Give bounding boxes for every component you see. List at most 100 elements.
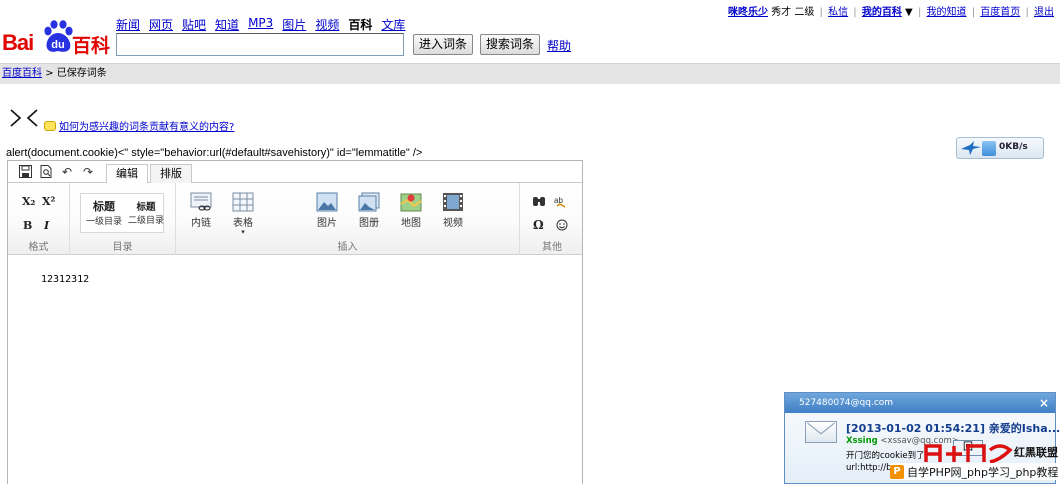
breadcrumb-separator: > — [45, 68, 54, 79]
speed-meter — [982, 141, 996, 156]
rich-text-editor: ↶ ↷ 编辑 排版 X₂ X² B I 格式 标题 一级目录 标题 二级目录 目… — [7, 160, 583, 484]
network-speed-widget[interactable]: 0KB/s — [956, 137, 1044, 159]
qq-account: 527480074@qq.com — [799, 398, 894, 408]
logout-link[interactable]: 退出 — [1034, 7, 1054, 18]
channel-mp3[interactable]: MP3 — [248, 16, 273, 33]
special-char-button[interactable]: Ω — [533, 218, 544, 232]
search-input[interactable] — [116, 33, 404, 56]
heading-level1-caption: 一级目录 — [85, 217, 122, 227]
editor-ribbon: X₂ X² B I 格式 标题 一级目录 标题 二级目录 目录 内链 表格 ▾ … — [8, 183, 582, 255]
superscript-button[interactable]: X² — [42, 195, 55, 208]
tab-layout[interactable]: 排版 — [150, 164, 192, 183]
format-group: X₂ X² B I 格式 — [8, 183, 70, 255]
insert-map-button[interactable]: 地图 — [398, 192, 424, 229]
qq-sender-name: Xssing — [846, 436, 878, 446]
find-replace-icon[interactable] — [532, 194, 546, 211]
breadcrumb-current: 已保存词条 — [56, 68, 107, 79]
table-dropdown-icon[interactable]: ▾ — [228, 229, 258, 236]
contribution-help: 如何为感兴趣的词条贡献有意义的内容? — [44, 118, 234, 133]
qq-titlebar: 527480074@qq.com × — [785, 393, 1055, 413]
insert-link-label: 内链 — [191, 218, 211, 229]
insert-image-button[interactable]: 图片 — [314, 192, 340, 229]
my-zhidao-link[interactable]: 我的知道 — [927, 7, 967, 18]
username-link[interactable]: 咪咚乐少 — [728, 7, 768, 18]
undo-icon[interactable]: ↶ — [60, 165, 74, 179]
channel-images[interactable]: 图片 — [282, 16, 306, 33]
image-icon — [316, 192, 338, 212]
envelope-icon — [805, 421, 837, 443]
channel-baike-current: 百科 — [348, 18, 373, 32]
other-group-label: 其他 — [542, 242, 562, 253]
enter-entry-button[interactable]: 进入词条 — [413, 34, 473, 55]
messages-link[interactable]: 私信 — [828, 7, 848, 18]
insert-album-button[interactable]: 图册 — [356, 192, 382, 229]
close-icon[interactable]: × — [1039, 393, 1049, 413]
insert-link-button[interactable]: 内链 — [188, 192, 214, 229]
injected-title-text: alert(document.cookie)<" style="behavior… — [6, 147, 423, 159]
channel-news[interactable]: 新闻 — [116, 16, 140, 33]
channel-web[interactable]: 网页 — [149, 16, 173, 33]
user-bar: 咪咚乐少 秀才 二级 | 私信 | 我的百科 ▼ | 我的知道 | 百度首页 |… — [727, 7, 1054, 18]
breadcrumb: 百度百科 > 已保存词条 — [0, 63, 1060, 84]
dropdown-arrow-icon[interactable]: ▼ — [905, 7, 913, 18]
paw-logo-icon: du — [44, 20, 73, 52]
qq-mail-body-line2: url:http://b — [846, 463, 892, 473]
emoji-icon[interactable] — [555, 218, 569, 235]
channel-video[interactable]: 视频 — [315, 16, 339, 33]
insert-image-label: 图片 — [317, 218, 337, 229]
album-icon — [358, 192, 380, 212]
speech-bubble-icon — [44, 120, 56, 131]
channel-wenku[interactable]: 文库 — [381, 16, 405, 33]
redo-icon[interactable]: ↷ — [81, 165, 95, 179]
logo-product-text: 百科 — [72, 35, 111, 57]
map-icon — [400, 193, 422, 212]
breadcrumb-root-link[interactable]: 百度百科 — [2, 68, 42, 79]
italic-button[interactable]: I — [44, 219, 49, 232]
editor-content[interactable]: 12312312 — [41, 274, 89, 285]
logo-du-text: du — [51, 39, 64, 51]
toc-group: 标题 一级目录 标题 二级目录 目录 — [70, 183, 176, 255]
other-group: ab Ω 其他 — [520, 183, 584, 255]
watermark-badge-icon: P — [890, 464, 904, 479]
editor-top-toolbar: ↶ ↷ 编辑 排版 — [8, 161, 582, 184]
speed-value: 0KB/s — [999, 142, 1028, 152]
watermark-text-secondary: 自学PHP网_php学习_php教程 — [907, 465, 1059, 479]
help-link[interactable]: 帮助 — [547, 37, 571, 54]
tab-edit[interactable]: 编辑 — [106, 164, 148, 184]
insert-table-button[interactable]: 表格 ▾ — [228, 192, 258, 236]
baidu-home-link[interactable]: 百度首页 — [980, 7, 1020, 18]
watermark-text-primary: 红黑联盟 — [1014, 446, 1058, 459]
channel-nav: 新闻 网页 贴吧 知道 MP3 图片 视频 百科 文库 — [116, 16, 405, 33]
insert-video-label: 视频 — [443, 218, 463, 229]
bird-icon — [961, 141, 981, 155]
watermark-banner: P 自学PHP网_php学习_php教程 — [890, 463, 1060, 480]
internal-link-icon — [190, 192, 212, 211]
qq-mail-body-line1: 开门您的cookie到了 — [846, 451, 925, 461]
heading-level1-title: 标题 — [93, 200, 115, 213]
qq-mail-subject[interactable]: [2013-01-02 01:54:21] 亲爱的Isha... — [846, 420, 1060, 436]
channel-tieba[interactable]: 贴吧 — [182, 16, 206, 33]
video-icon — [443, 193, 463, 211]
search-entry-button[interactable]: 搜索词条 — [480, 34, 540, 55]
toc-group-label: 目录 — [112, 242, 133, 253]
logo-bai-text: Bai — [2, 30, 34, 55]
format-group-label: 格式 — [28, 242, 49, 253]
contribution-help-link[interactable]: 如何为感兴趣的词条贡献有意义的内容? — [59, 118, 234, 133]
user-rank: 秀才 二级 — [771, 7, 815, 18]
my-baike-link[interactable]: 我的百科 — [862, 7, 902, 18]
spell-check-icon[interactable]: ab — [554, 194, 568, 211]
save-icon[interactable] — [18, 165, 32, 179]
subscript-button[interactable]: X₂ — [22, 195, 35, 208]
insert-group-label: 插入 — [337, 242, 358, 253]
svg-text:ab: ab — [554, 196, 563, 205]
insert-group: 内链 表格 ▾ 图片 图册 地图 视频 插入 — [176, 183, 520, 255]
heading-level2-caption: 二级目录 — [127, 216, 164, 226]
baidu-baike-logo[interactable]: du Bai 百科 — [2, 14, 111, 57]
heading-level1-button[interactable]: 标题 一级目录 — [84, 198, 124, 227]
insert-album-label: 图册 — [359, 218, 379, 229]
preview-icon[interactable] — [39, 165, 53, 179]
channel-zhidao[interactable]: 知道 — [215, 16, 239, 33]
bold-button[interactable]: B — [23, 219, 32, 232]
heading-level2-button[interactable]: 标题 二级目录 — [126, 198, 166, 226]
insert-video-button[interactable]: 视频 — [440, 192, 466, 229]
